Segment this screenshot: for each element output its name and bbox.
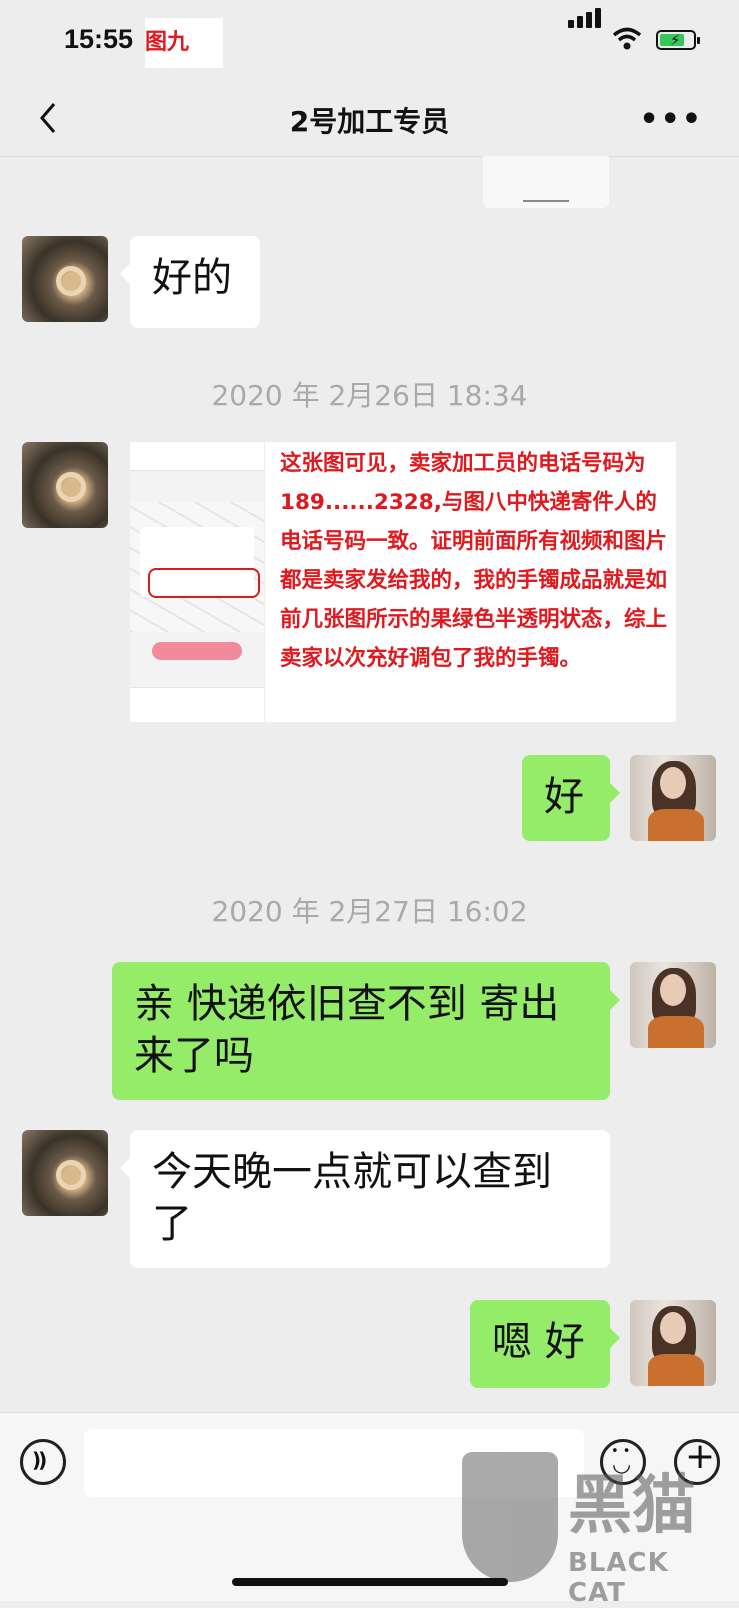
received-image-message[interactable]: 这张图可见，卖家加工员的电话号码为 189......2328,与图八中快递寄件… <box>130 442 676 722</box>
figure-label-tag: 图九 <box>145 18 223 68</box>
blackcat-watermark: 黑猫 BLACK CAT <box>462 1452 732 1608</box>
watermark-en: BLACK CAT <box>568 1548 669 1608</box>
status-time: 15:55 <box>64 24 134 54</box>
contact-avatar[interactable] <box>22 1130 108 1216</box>
message-text: 亲 快递依旧查不到 寄出来了吗 <box>134 981 560 1079</box>
sent-message[interactable]: 好 <box>522 755 620 841</box>
battery-icon: ⚡ <box>656 30 700 50</box>
chat-timestamp: 2020 年 2月27日 16:02 <box>211 895 528 928</box>
received-message[interactable]: 今天晚一点就可以查到了 <box>120 1130 610 1268</box>
contact-avatar[interactable] <box>22 442 108 528</box>
previous-message-fragment[interactable] <box>483 156 609 208</box>
received-message[interactable]: 好的 <box>120 236 260 328</box>
sent-message[interactable]: 亲 快递依旧查不到 寄出来了吗 <box>112 962 620 1100</box>
message-text: 好 <box>544 774 584 820</box>
status-bar: 15:55 图九 ⚡ <box>0 0 739 80</box>
my-avatar[interactable] <box>630 1300 716 1386</box>
sent-message[interactable]: 嗯 好 <box>470 1300 620 1388</box>
annotation-text: 这张图可见，卖家加工员的电话号码为 189......2328,与图八中快递寄件… <box>280 451 668 671</box>
chat-timestamp: 2020 年 2月26日 18:34 <box>211 379 528 412</box>
courier-screenshot-thumbnail <box>130 442 265 722</box>
watermark-cn: 黑猫 <box>568 1469 696 1543</box>
home-indicator <box>232 1578 508 1586</box>
wifi-icon <box>612 27 642 50</box>
voice-input-icon[interactable] <box>20 1439 66 1485</box>
chat-title: 2号加工专员 <box>289 105 450 138</box>
message-text: 嗯 好 <box>492 1319 585 1365</box>
message-text: 好的 <box>152 255 232 301</box>
my-avatar[interactable] <box>630 755 716 841</box>
message-text: 今天晚一点就可以查到了 <box>152 1149 552 1247</box>
figure-label: 图九 <box>145 30 190 55</box>
contact-avatar[interactable] <box>22 236 108 322</box>
my-avatar[interactable] <box>630 962 716 1048</box>
chat-header: 2号加工专员 ••• <box>0 80 739 157</box>
blackcat-logo-icon <box>462 1452 558 1582</box>
more-options-icon[interactable]: ••• <box>639 102 703 137</box>
